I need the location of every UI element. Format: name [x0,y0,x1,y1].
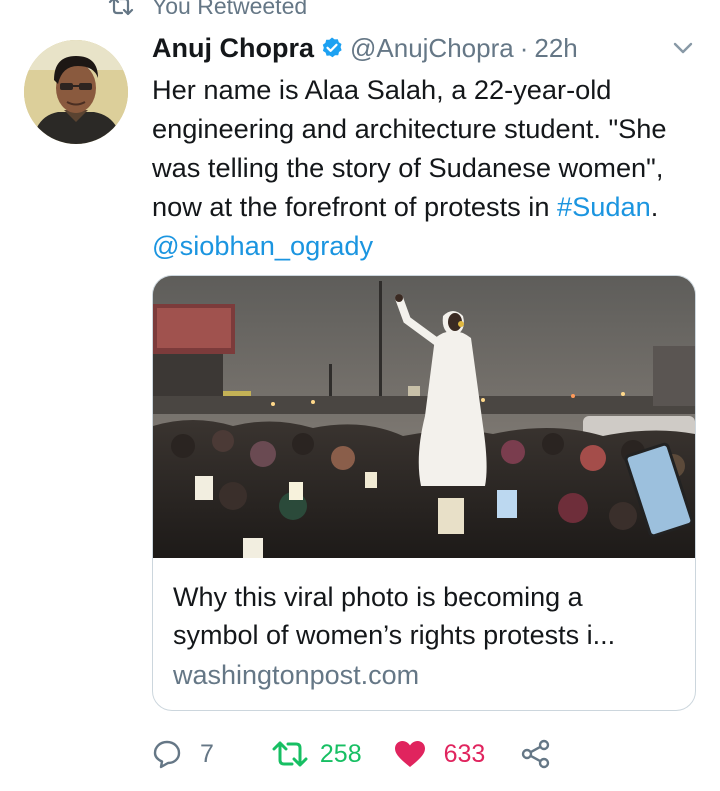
reply-icon [152,739,182,769]
mention-link[interactable]: @siobhan_ogrady [152,230,373,261]
tweet-header: Anuj Chopra @AnujChopra · 22h [152,28,692,68]
author-name[interactable]: Anuj Chopra [152,33,314,64]
like-button[interactable]: 633 [394,739,486,769]
heart-icon [394,740,426,768]
card-title[interactable]: Why this viral photo is becoming a symbo… [173,578,678,654]
hashtag-link[interactable]: #Sudan [557,191,651,222]
link-card[interactable]: Why this viral photo is becoming a symbo… [152,275,696,711]
retweet-button[interactable]: 258 [272,740,362,769]
like-count: 633 [443,739,486,768]
tweet-text: Her name is Alaa Salah, a 22-year-old en… [152,70,700,265]
reply-button[interactable]: 7 [152,739,214,769]
tweet-timestamp[interactable]: 22h [534,33,577,64]
retweet-count: 258 [319,739,362,768]
share-icon [521,739,551,769]
card-title-line-1: Why this viral photo is becoming a [173,582,583,612]
author-handle[interactable]: @AnujChopra [350,33,514,64]
chevron-down-icon[interactable] [672,40,694,56]
card-domain: washingtonpost.com [173,660,420,690]
action-bar: 7 258 633 [152,734,551,774]
retweet-icon [272,740,308,768]
avatar[interactable] [24,40,128,144]
card-image[interactable] [153,276,695,558]
share-button[interactable] [521,739,551,769]
retweet-context-label: You Retweeted [152,0,308,19]
verified-badge-icon [320,36,344,60]
tweet-text-middle: . [650,191,659,222]
retweet-context: You Retweeted [108,0,308,19]
header-separator: · [519,32,529,63]
card-title-line-2: symbol of women’s rights protests i... [173,620,616,650]
retweet-icon [108,0,134,16]
reply-count: 7 [200,739,214,768]
